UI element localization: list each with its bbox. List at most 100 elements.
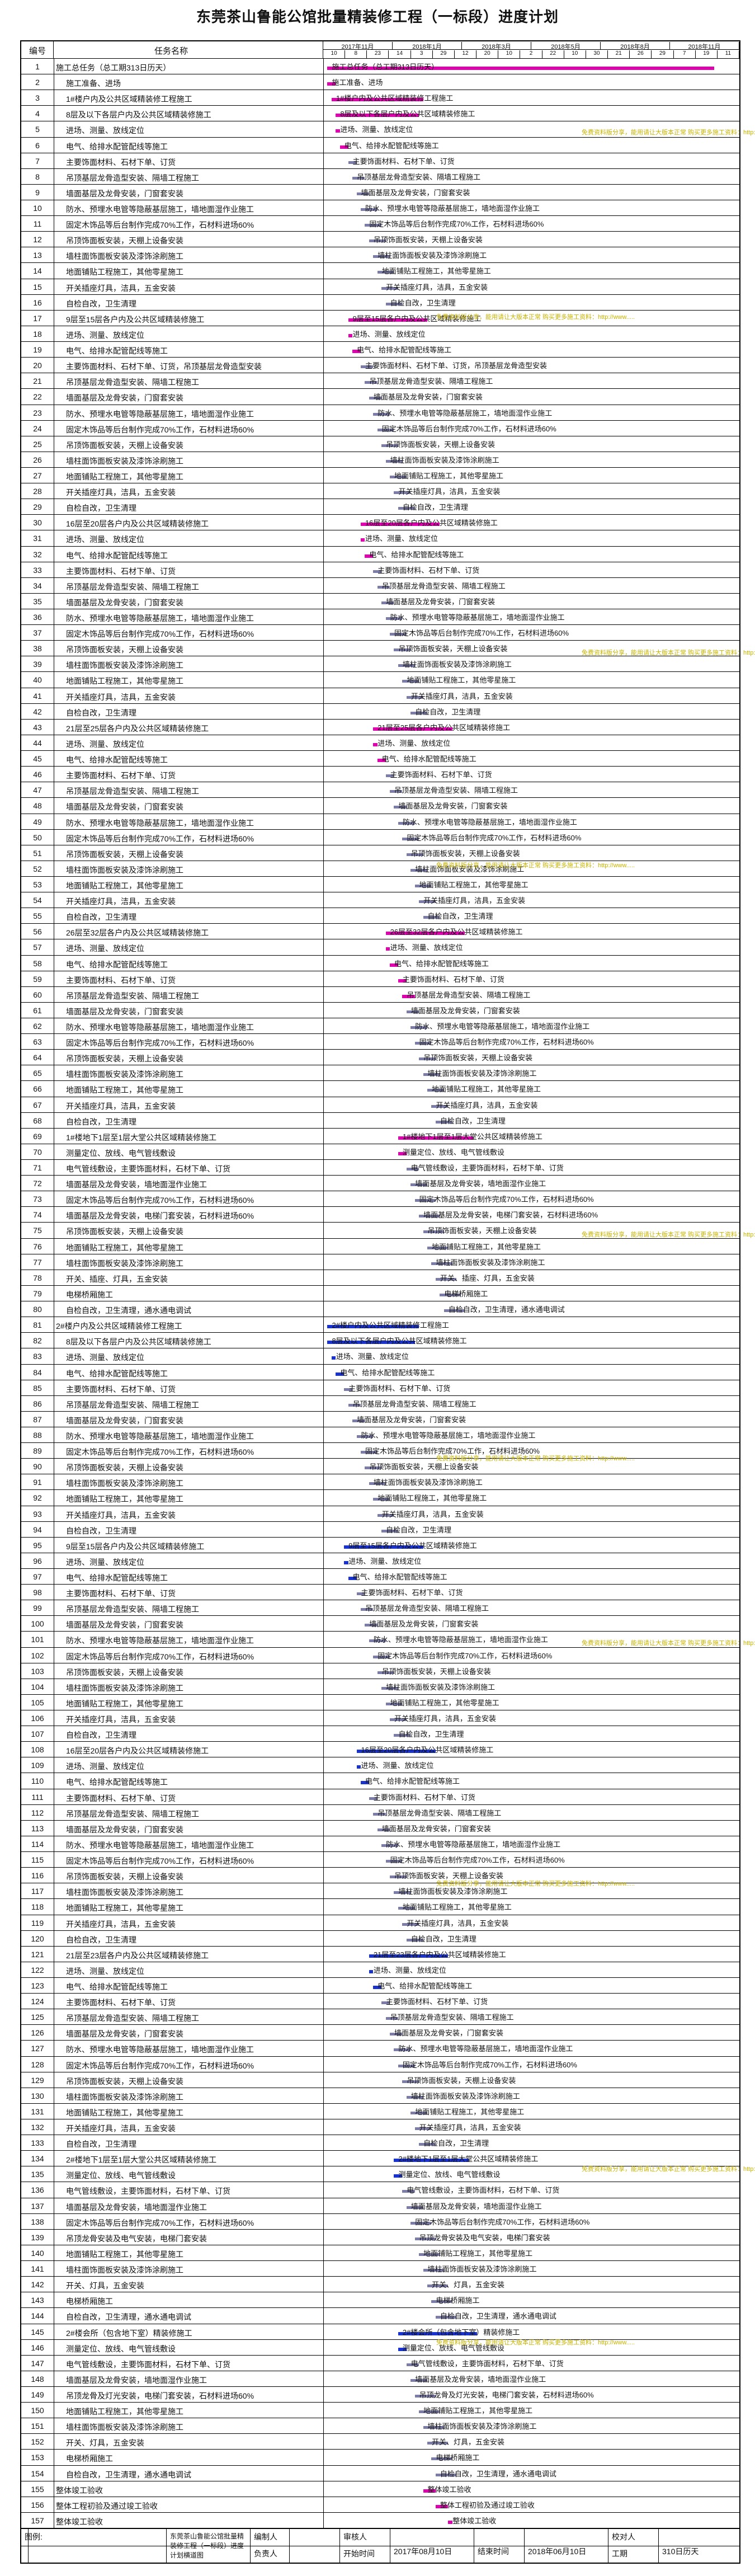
- table-row: 93 开关插座灯具，洁具，五金安装 开关插座灯具，洁具，五金安装: [21, 1505, 739, 1522]
- timeline-cell: 自检自改，卫生清理: [323, 1113, 739, 1129]
- row-number: 21: [33, 377, 42, 386]
- task-name: 吊顶饰面板安装，天棚上设备安装: [66, 236, 183, 246]
- timeline-cell: 自检自改，卫生清理，通水通电调试: [323, 1301, 739, 1317]
- task-name: 9层至15层各户内及公共区域精装修施工: [66, 1541, 205, 1551]
- table-row: 133 自检自改，卫生清理 自检自改，卫生清理: [21, 2135, 739, 2151]
- timeline-cell: 自检自改，卫生清理: [323, 1726, 739, 1742]
- checker-label: 审核人: [343, 2532, 367, 2541]
- task-name: 进场、测量、放线定位: [66, 944, 144, 953]
- timeline-cell: 吊顶基层龙骨造型安装、隔墙工程施工: [323, 1600, 739, 1616]
- row-number: 145: [31, 2327, 44, 2337]
- gantt-bar-label: 9层至15层各户内及公共区域精装修施工: [348, 1541, 477, 1550]
- watermark-text: 免费资料版分享，能用请让大版本正常 购买更多施工资料：http://www...…: [436, 2339, 635, 2346]
- table-row: 107 自检自改，卫生清理 自检自改，卫生清理: [21, 1726, 739, 1742]
- gantt-bar-label: 测量定位、放线、电气管线敷设: [402, 1148, 504, 1157]
- table-row: 126 墙面基层及龙骨安装，门窗套安装 墙面基层及龙骨安装，门窗套安装: [21, 2024, 739, 2041]
- timeline-cell: 整体工程初验及通过竣工验收: [323, 2497, 739, 2513]
- task-name: 吊顶饰面板安装，天棚上设备安装: [66, 440, 183, 450]
- task-name: 电气、给排水配管配线等施工: [66, 346, 168, 356]
- row-number: 34: [33, 581, 42, 590]
- task-name: 地面铺贴工程施工，其他零星施工: [66, 1903, 183, 1913]
- row-number: 12: [33, 235, 42, 245]
- gantt-bar-label: 固定木饰品等后台制作完成70%工作，石材料进场60%: [394, 629, 569, 638]
- gantt-bar-label: 墙面基层及龙骨安装，墙地面湿作业施工: [415, 1179, 546, 1188]
- timeline-cell: 吊顶基层龙骨造型安装、隔墙工程施工: [323, 2009, 739, 2025]
- gantt-bar-label: 开关插座灯具，洁具，五金安装: [419, 2123, 521, 2132]
- task-name: 地面铺贴工程施工，其他零星施工: [66, 881, 183, 890]
- row-number: 119: [31, 1918, 44, 1928]
- row-number: 99: [33, 1604, 42, 1613]
- row-number: 54: [33, 896, 42, 905]
- task-name: 电梯桥厢施工: [66, 2454, 113, 2464]
- row-number: 139: [31, 2232, 44, 2242]
- table-row: 155 整体竣工验收 整体竣工验收: [21, 2480, 739, 2497]
- timeline-cell: 电气管线敷设，主要饰面材料，石材下单、订货: [323, 2356, 739, 2371]
- row-number: 151: [31, 2422, 44, 2431]
- table-row: 23 防水、预埋水电管等隐蔽基层施工，墙地面湿作业施工 防水、预埋水电管等隐蔽基层施…: [21, 404, 739, 421]
- row-number: 72: [33, 1179, 42, 1188]
- gantt-bar-label: 吊顶龙骨及灯光安装，电梯门套安装，石材料进场60%: [419, 2390, 594, 2399]
- task-name: 开关插座灯具，洁具，五金安装: [66, 692, 176, 702]
- row-number: 65: [33, 1069, 42, 1078]
- timeline-cell: 电梯桥厢施工: [323, 2450, 739, 2465]
- row-number: 41: [33, 691, 42, 701]
- gantt-bar-label: 主要饰面材料、石材下单、订货: [378, 566, 480, 575]
- gantt-bar-label: 整体工程初验及通过竣工验收: [440, 2500, 535, 2509]
- row-number: 20: [33, 361, 42, 370]
- row-number: 111: [31, 1792, 44, 1802]
- task-name: 吊顶基层龙骨造型安装、隔墙工程施工: [66, 991, 199, 1000]
- task-name: 吊顶基层龙骨造型安装、隔墙工程施工: [66, 2014, 199, 2023]
- table-row: 140 地面铺贴工程施工，其他零星施工 地面铺贴工程施工，其他零星施工: [21, 2244, 739, 2261]
- gantt-bar-label: 墙面基层及龙骨安装，墙地面湿作业施工: [410, 2202, 542, 2211]
- task-name: 2#楼地下1层至1层大堂公共区域精装修施工: [66, 2155, 217, 2165]
- header-week: 2: [520, 50, 542, 58]
- task-name: 吊顶龙骨及灯光安装，电梯门套安装，石材料进场60%: [66, 2391, 254, 2400]
- table-row: 12 吊顶饰面板安装，天棚上设备安装 吊顶饰面板安装，天棚上设备安装: [21, 231, 739, 247]
- timeline-cell: 地面铺贴工程施工，其他零星施工: [323, 2104, 739, 2119]
- task-name: 开关插座灯具，洁具，五金安装: [66, 1101, 176, 1111]
- gantt-bar-label: 地面铺贴工程施工，其他零星施工: [378, 1494, 487, 1503]
- row-number: 102: [31, 1651, 44, 1660]
- header-week: 7: [674, 50, 696, 58]
- task-name: 墙柱面饰面板安装及漆饰涂刷施工: [66, 252, 183, 261]
- task-name: 固定木饰品等后台制作完成70%工作，石材料进场60%: [66, 2061, 254, 2070]
- task-name: 防水、预埋水电管等隐蔽基层施工，墙地面湿作业施工: [66, 409, 254, 419]
- timeline-cell: 吊顶龙骨安装及电气安装，电梯门套安装: [323, 2230, 739, 2245]
- table-row: 13 墙柱面饰面板安装及漆饰涂刷施工 墙柱面饰面板安装及漆饰涂刷施工: [21, 247, 739, 263]
- gantt-bar-label: 墙柱面饰面板安装及漆饰涂刷施工: [378, 251, 487, 260]
- table-row: 73 固定木饰品等后台制作完成70%工作，石材料进场60% 固定木饰品等后台制作完成…: [21, 1191, 739, 1207]
- timeline-cell: 主要饰面材料、石材下单、订货: [323, 1585, 739, 1600]
- gantt-bar-label: 8层及以下各层户内及公共区域精装修施工: [340, 110, 475, 119]
- task-name: 自检自改，卫生清理: [66, 1731, 136, 1740]
- timeline-cell: 主要饰面材料、石材下单、订货: [323, 767, 739, 782]
- task-name: 自检自改，卫生清理: [66, 504, 136, 513]
- table-row: 112 吊顶基层龙骨造型安装、隔墙工程施工 吊顶基层龙骨造型安装、隔墙工程施工: [21, 1804, 739, 1821]
- gantt-bar-label: 吊顶饰面板安装，天棚上设备安装: [394, 1872, 504, 1881]
- table-row: 114 防水、预埋水电管等隐蔽基层施工，墙地面湿作业施工 防水、预埋水电管等隐蔽基层…: [21, 1835, 739, 1852]
- table-row: 31 进场、测量、放线定位 进场、测量、放线定位: [21, 530, 739, 546]
- timeline-cell: 进场、测量、放线定位: [323, 1553, 739, 1569]
- gantt-bar-label: 吊顶饰面板安装，天棚上设备安装: [373, 236, 483, 245]
- gantt-bar-label: 21层至23层各户内及公共区域精装修施工: [373, 1950, 506, 1959]
- row-number: 108: [31, 1745, 44, 1755]
- task-name: 进场、测量、放线定位: [66, 330, 144, 340]
- gantt-bar-label: 吊顶龙骨安装及电气安装，电梯门套安装: [419, 2233, 550, 2242]
- task-name: 吊顶饰面板安装，天棚上设备安装: [66, 1667, 183, 1677]
- timeline-cell: 进场、测量、放线定位: [323, 1757, 739, 1773]
- gantt-bar-label: 开关插座灯具，洁具，五金安装: [398, 487, 501, 496]
- table-row: 61 墙面基层及龙骨安装，门窗套安装 墙面基层及龙骨安装，门窗套安装: [21, 1002, 739, 1018]
- gantt-bar-label: 墙柱面饰面板安装及漆饰涂刷施工: [410, 2091, 520, 2100]
- task-name: 自检自改，卫生清理，通水通电调试: [66, 2470, 191, 2479]
- table-row: 56 26层至32层各户内及公共区域精装修施工 26层至32层各户内及公共区域精装修…: [21, 923, 739, 939]
- row-number: 113: [31, 1823, 44, 1833]
- gantt-bar-label: 吊顶基层龙骨造型安装、隔墙工程施工: [378, 1808, 502, 1817]
- gantt-bar-label: 开关插座灯具，洁具，五金安装: [394, 1714, 497, 1723]
- timeline-cell: 开关插座灯具，洁具，五金安装: [323, 1097, 739, 1113]
- gantt-bar-label: 吊顶基层龙骨造型安装、隔墙工程施工: [390, 2013, 514, 2022]
- timeline-cell: 防水、预埋水电管等隐蔽基层施工，墙地面湿作业施工: [323, 2041, 739, 2056]
- task-name: 墙柱面饰面板安装及漆饰涂刷施工: [66, 661, 183, 670]
- row-number: 101: [31, 1635, 44, 1644]
- table-row: 19 电气、给排水配管配线等施工 电气、给排水配管配线等施工: [21, 341, 739, 358]
- gantt-bar-label: 固定木饰品等后台制作完成70%工作，石材料进场60%: [419, 1195, 594, 1204]
- gantt-bar-label: 吊顶饰面板安装，天棚上设备安装: [423, 1054, 533, 1063]
